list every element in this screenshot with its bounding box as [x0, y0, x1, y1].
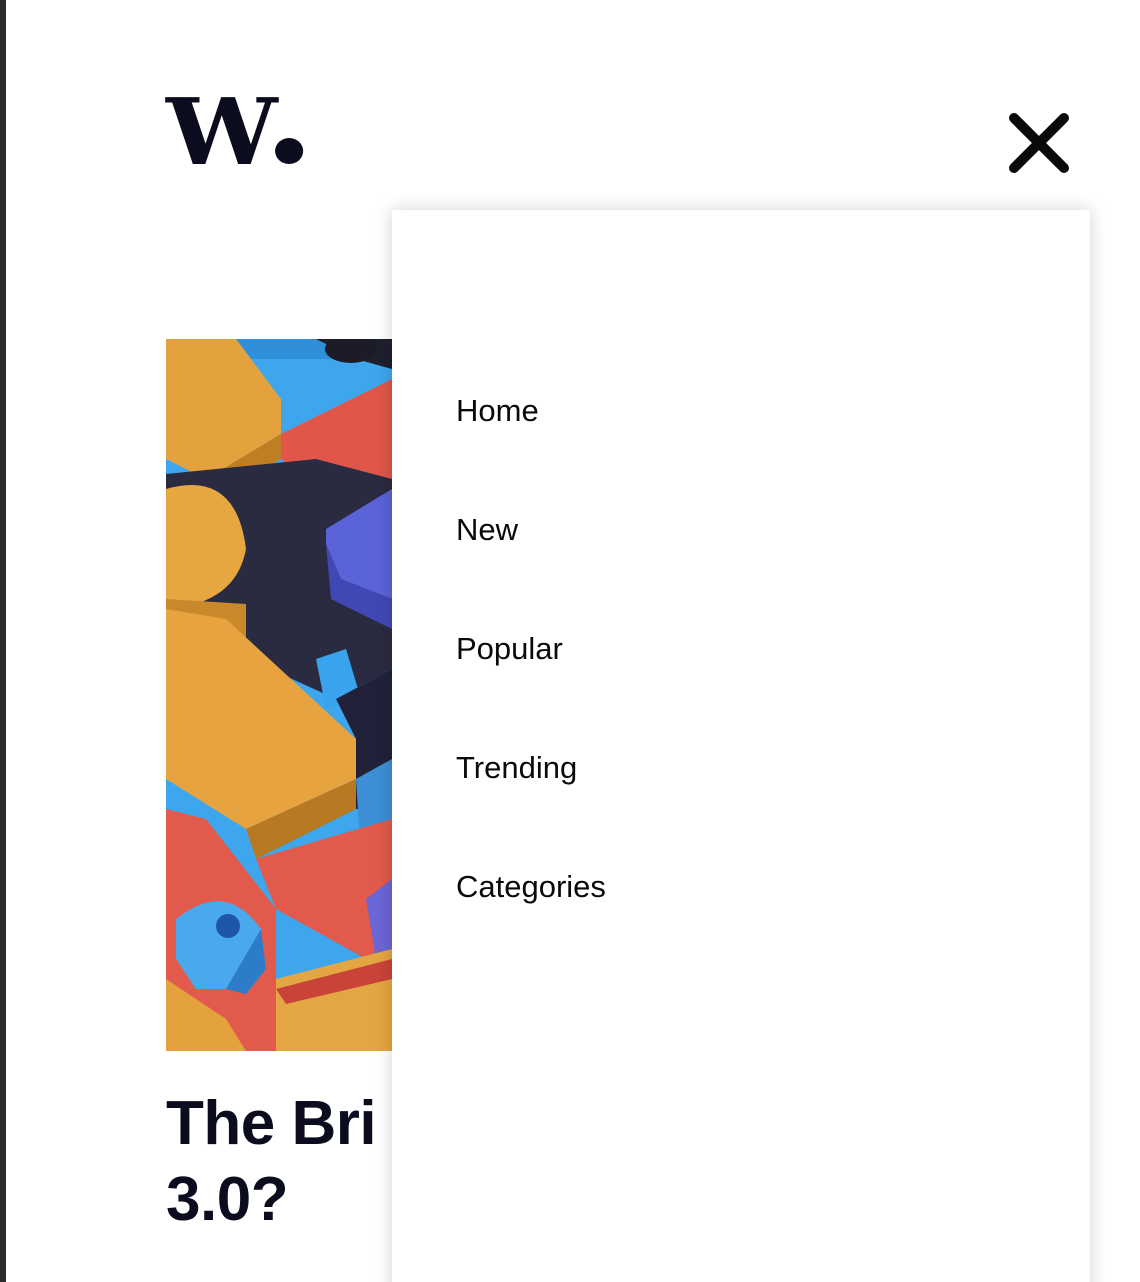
- close-menu-button[interactable]: [1006, 112, 1072, 176]
- nav-link-home[interactable]: Home: [456, 390, 539, 432]
- nav-menu-list: Home New Popular Trending Categories: [456, 390, 606, 985]
- logo-dot: [275, 138, 304, 164]
- nav-link-categories[interactable]: Categories: [456, 866, 606, 908]
- site-logo[interactable]: W: [166, 86, 304, 178]
- window-edge: [0, 0, 6, 1282]
- nav-item-categories: Categories: [456, 866, 606, 985]
- nav-link-popular[interactable]: Popular: [456, 628, 563, 670]
- article-hero-image[interactable]: [166, 339, 392, 1051]
- app-frame: W The Bri 3.0? Home New Popular Trending…: [0, 0, 1140, 1282]
- nav-link-trending[interactable]: Trending: [456, 747, 577, 789]
- article-title-line-2: 3.0?: [166, 1165, 289, 1234]
- article-title-line-1: The Bri: [166, 1089, 377, 1158]
- close-icon: [1009, 113, 1069, 173]
- nav-item-popular: Popular: [456, 628, 606, 747]
- nav-item-home: Home: [456, 390, 606, 509]
- nav-item-trending: Trending: [456, 747, 606, 866]
- logo-letter: W: [166, 78, 278, 186]
- nav-item-new: New: [456, 509, 606, 628]
- navigation-drawer: Home New Popular Trending Categories: [392, 210, 1090, 1282]
- nav-link-new[interactable]: New: [456, 509, 518, 551]
- abstract-blocks-illustration: [166, 339, 392, 1051]
